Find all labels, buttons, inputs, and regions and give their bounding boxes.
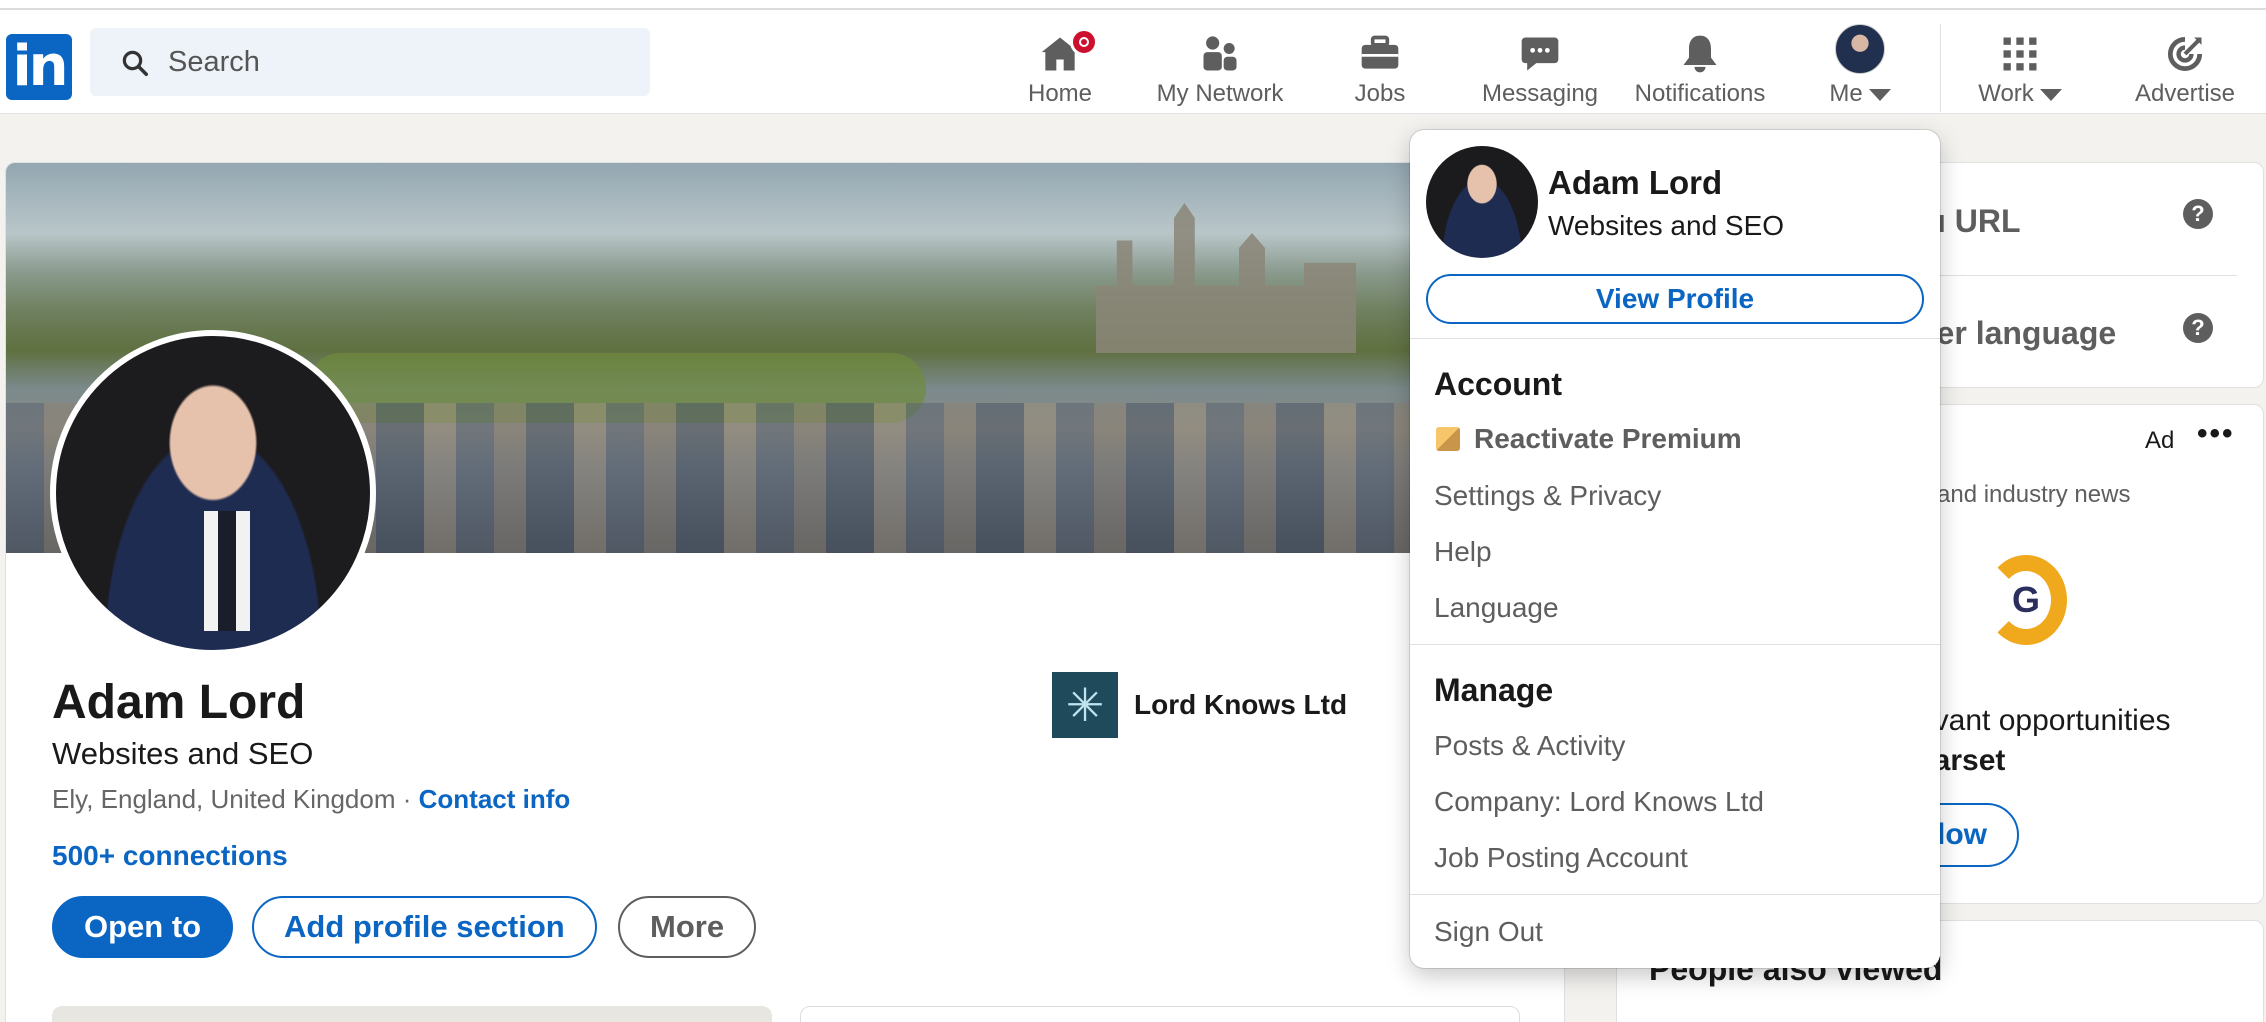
nav-label: Jobs [1354, 80, 1406, 107]
ad-copy-line: evant opportunities [1917, 704, 2171, 737]
search-box[interactable] [90, 28, 650, 96]
contact-info-link[interactable]: Contact info [419, 784, 571, 814]
add-profile-section-button[interactable]: Add profile section [252, 896, 597, 958]
top-navigation-bar: in Home My Network Jobs Messaging [0, 10, 2266, 114]
dropdown-user-name: Adam Lord [1548, 164, 1723, 201]
chevron-down-icon [2039, 88, 2062, 101]
search-icon [122, 50, 148, 76]
bell-icon [1683, 35, 1717, 73]
separator-dot: · [402, 784, 412, 814]
nav-advertise[interactable]: Advertise [2120, 20, 2250, 114]
chevron-down-icon [1868, 88, 1891, 101]
nav-messaging[interactable]: Messaging [1470, 20, 1610, 114]
search-input[interactable] [168, 28, 628, 96]
nav-label: Home [1027, 80, 1093, 107]
premium-icon [1436, 427, 1460, 451]
browser-top-strip [0, 0, 2266, 10]
nav-me[interactable]: Me [1810, 20, 1910, 114]
ad-label: Ad [2145, 427, 2175, 454]
profile-photo[interactable] [50, 330, 376, 656]
settings-privacy-item[interactable]: Settings & Privacy [1434, 480, 1661, 512]
avatar [1426, 146, 1538, 258]
divider [1937, 275, 2237, 276]
menu-item-label: Reactivate Premium [1474, 423, 1742, 454]
dropdown-user-headline: Websites and SEO [1548, 210, 1785, 241]
help-icon[interactable]: ? [2183, 313, 2213, 343]
section-card [800, 1006, 1520, 1022]
add-language-profile-label[interactable]: her language [1917, 315, 2116, 352]
people-icon [1203, 36, 1237, 71]
company-logo-icon: ✳ [1052, 672, 1118, 738]
nav-label: My Network [1156, 80, 1284, 107]
profile-location-line: Ely, England, United Kingdom · Contact i… [52, 784, 570, 815]
profile-headline: Websites and SEO [52, 736, 314, 771]
divider [1410, 338, 1940, 339]
target-icon [2167, 36, 2203, 72]
nav-home[interactable]: Home [1010, 20, 1110, 114]
nav-label: Work [1978, 80, 2034, 107]
more-options-icon[interactable]: ••• [2197, 417, 2235, 451]
notification-badge-icon [1070, 28, 1098, 56]
briefcase-icon [1361, 35, 1399, 69]
nav-label: Me [1829, 80, 1863, 107]
manage-section-title: Manage [1434, 672, 1554, 708]
help-item[interactable]: Help [1434, 536, 1492, 568]
me-dropdown-menu: Adam Lord Websites and SEO View Profile … [1410, 130, 1940, 968]
avatar [1835, 24, 1885, 74]
reactivate-premium-item[interactable]: Reactivate Premium [1436, 423, 1742, 455]
open-to-button[interactable]: Open to [52, 896, 234, 958]
current-company[interactable]: ✳ Lord Knows Ltd [1052, 672, 1347, 738]
company-name: Lord Knows Ltd [1134, 689, 1348, 720]
nav-label: Messaging [1481, 80, 1599, 107]
job-posting-account-item[interactable]: Job Posting Account [1434, 842, 1688, 874]
nav-work[interactable]: Work [1960, 20, 2080, 114]
profile-name: Adam Lord [52, 676, 306, 729]
more-button[interactable]: More [618, 896, 757, 958]
account-section-title: Account [1434, 366, 1562, 402]
linkedin-logo-icon[interactable]: in [6, 34, 72, 100]
divider [1410, 894, 1940, 895]
sign-out-item[interactable]: Sign Out [1434, 916, 1543, 948]
banner-cathedral [1096, 203, 1356, 353]
nav-jobs[interactable]: Jobs [1330, 20, 1430, 114]
connections-link[interactable]: 500+ connections [52, 840, 288, 872]
posts-activity-item[interactable]: Posts & Activity [1434, 730, 1625, 762]
ad-news-text: and industry news [1937, 481, 2131, 508]
message-icon [1521, 37, 1559, 71]
nav-divider [1940, 24, 1941, 112]
nav-my-network[interactable]: My Network [1140, 20, 1300, 114]
nav-label: Notifications [1634, 80, 1766, 107]
ad-copy: evant opportunities earset [1917, 701, 2171, 781]
gear-logo-icon: G [1985, 555, 2067, 645]
company-page-item[interactable]: Company: Lord Knows Ltd [1434, 786, 1764, 818]
profile-location: Ely, England, United Kingdom [52, 784, 396, 814]
help-icon[interactable]: ? [2183, 199, 2213, 229]
divider [1410, 644, 1940, 645]
language-item[interactable]: Language [1434, 592, 1559, 624]
section-card [52, 1006, 772, 1022]
view-profile-button[interactable]: View Profile [1426, 274, 1924, 324]
grid-icon [2003, 37, 2037, 71]
nav-label: Advertise [2134, 80, 2236, 107]
nav-notifications[interactable]: Notifications [1625, 20, 1775, 114]
edit-public-url-label[interactable]: ı URL [1937, 203, 2021, 240]
ad-copy-line: earset [1917, 744, 2006, 777]
